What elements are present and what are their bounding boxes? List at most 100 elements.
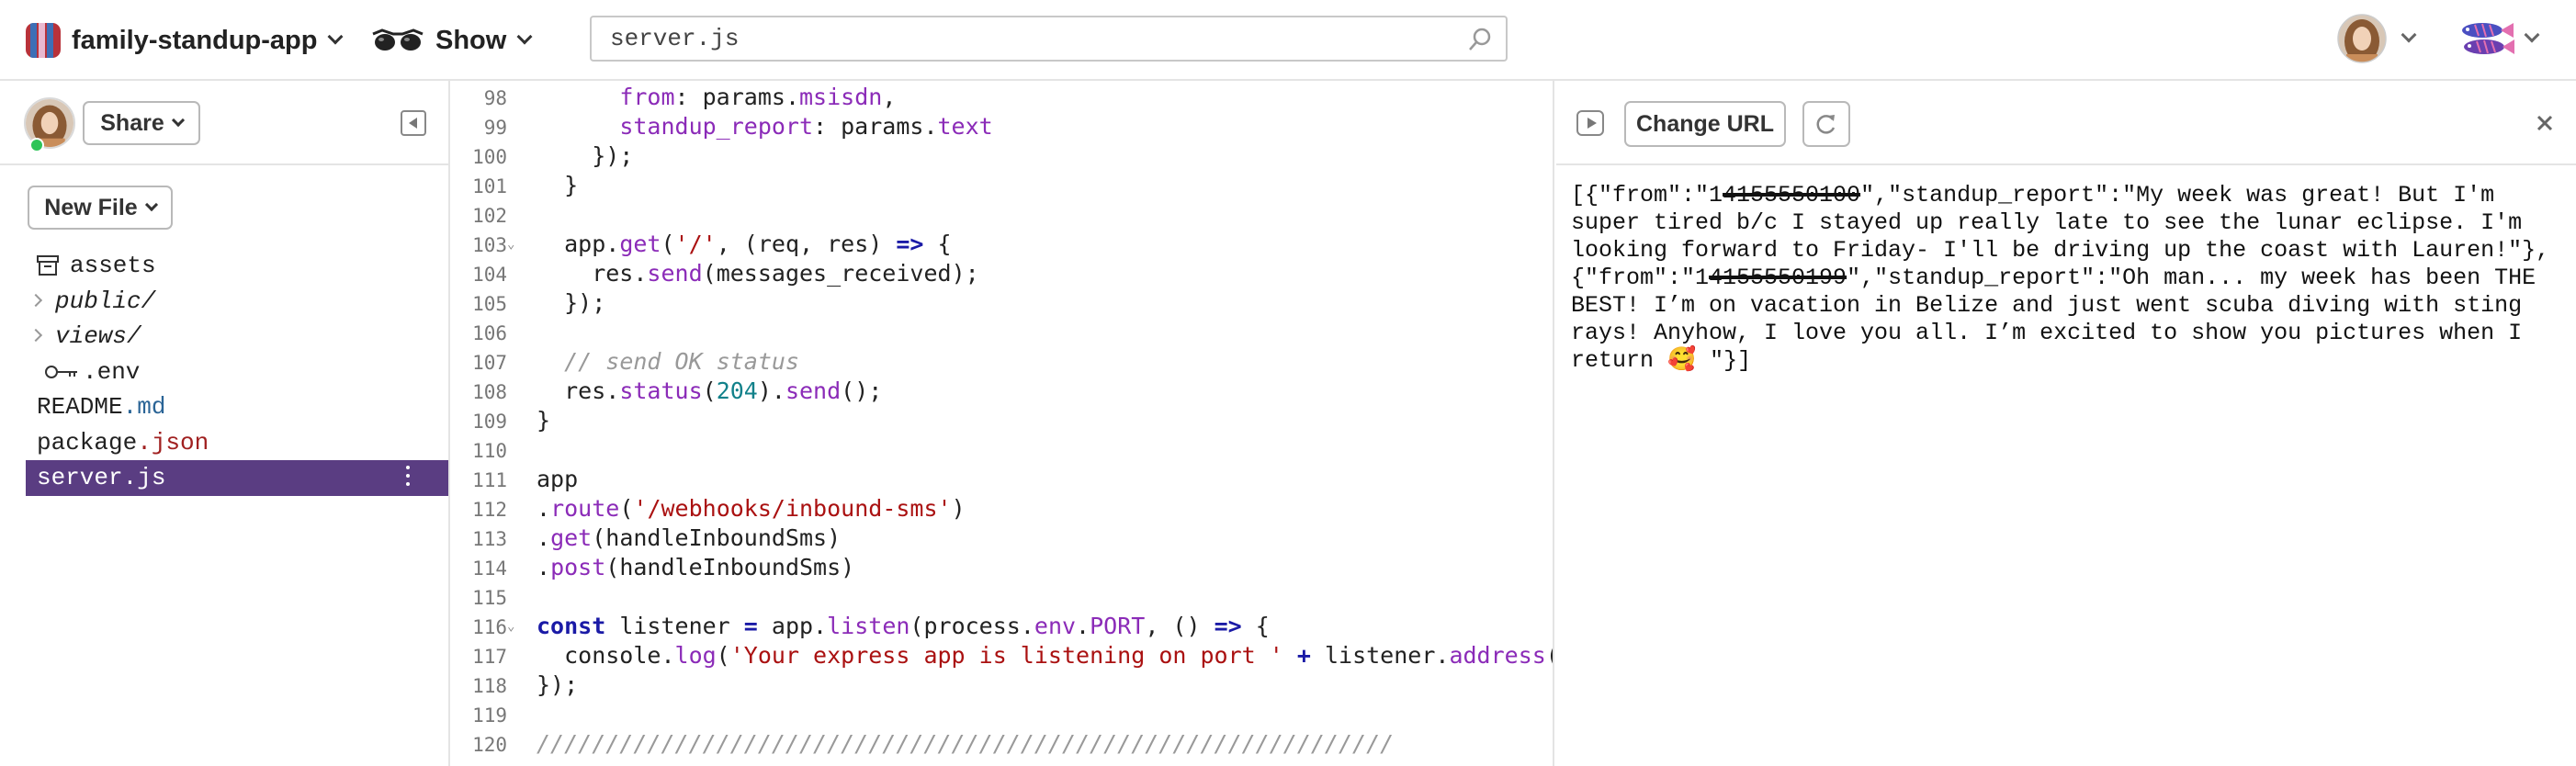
code-text: } (537, 172, 579, 198)
code-text: } (537, 407, 551, 434)
code-text: app (537, 466, 579, 492)
code-line: 100 }); (452, 141, 1553, 171)
file-item-assets[interactable]: assets (0, 248, 448, 284)
sidebar-top: Share (0, 81, 448, 165)
key-icon (45, 365, 77, 378)
refresh-button[interactable] (1802, 101, 1850, 147)
code-editor[interactable]: 98 from: params.msisdn, 99 standup_report… (452, 81, 1554, 766)
line-number: 110 (472, 440, 507, 462)
search-icon (1469, 28, 1491, 51)
code-text: }); (537, 671, 579, 698)
file-label: views/ (55, 322, 141, 351)
code-line: 116⌄ const listener = app.listen(process.… (452, 612, 1553, 641)
code-line: 98 from: params.msisdn, (452, 83, 1553, 112)
line-number: 115 (472, 587, 507, 609)
line-number: 120 (472, 734, 507, 756)
code-text: res.status(204).send(); (537, 377, 883, 404)
search-box[interactable] (590, 16, 1508, 62)
show-button[interactable]: Show (371, 20, 533, 61)
chevron-down-icon (516, 28, 533, 45)
preview-pane: Change URL [{"from":"14155550100","stand… (1556, 81, 2576, 766)
line-number: 111 (472, 469, 507, 491)
code-line: 110 (452, 435, 1553, 465)
chevron-down-icon (144, 197, 158, 212)
chevron-down-icon (171, 113, 185, 128)
chevron-right-icon (28, 328, 43, 343)
project-logo-icon (26, 23, 61, 58)
glasses-icon (372, 28, 424, 51)
line-number: 113 (472, 528, 507, 550)
new-file-label: New File (44, 194, 138, 220)
line-number: 114 (472, 558, 507, 580)
app-menu[interactable] (2457, 11, 2540, 66)
fold-chevron-icon[interactable]: ⌄ (507, 230, 522, 259)
folder-views[interactable]: views/ (0, 319, 448, 355)
file-label: .env (83, 357, 141, 386)
file-item-server-js[interactable]: server.js (26, 460, 448, 496)
line-number: 98 (483, 87, 507, 109)
code-line: 120 /////////////////////////////////////… (452, 729, 1553, 759)
line-number: 104 (472, 264, 507, 286)
code-text: }); (537, 142, 634, 169)
fish-logo-icon (2462, 23, 2514, 54)
new-file-button[interactable]: New File (28, 186, 173, 230)
search-input[interactable] (592, 17, 1437, 60)
line-number: 103 (472, 234, 507, 256)
code-text: from: params.msisdn, (619, 84, 897, 110)
share-button[interactable]: Share (83, 101, 200, 145)
project-menu[interactable]: family-standup-app (26, 20, 344, 61)
code-line: 112 .route('/webhooks/inbound-sms') (452, 494, 1553, 524)
user-avatar (2337, 14, 2387, 63)
code-line: 119 (452, 700, 1553, 729)
assets-box-icon (37, 255, 59, 276)
project-name: family-standup-app (72, 25, 318, 55)
folder-public[interactable]: public/ (0, 284, 448, 320)
chevron-down-icon (327, 28, 344, 45)
file-item-package[interactable]: package .json (0, 425, 448, 461)
chevron-down-icon (2524, 27, 2540, 43)
chevron-down-icon (2401, 27, 2417, 43)
line-number: 101 (472, 175, 507, 197)
refresh-icon (1816, 115, 1836, 134)
file-item-env[interactable]: .env (0, 355, 448, 390)
collapse-sidebar-icon[interactable] (401, 110, 426, 136)
share-label: Share (100, 109, 164, 136)
redacted-phone: 4155550100 (1723, 182, 1861, 208)
top-header: family-standup-app Show (0, 0, 2576, 81)
code-line: 106 (452, 318, 1553, 347)
code-line: 102 (452, 200, 1553, 230)
line-number: 99 (483, 117, 507, 139)
file-label: public/ (55, 287, 156, 315)
code-line: 101 } (452, 171, 1553, 200)
code-text: }); (537, 289, 606, 316)
preview-output: [{"from":"14155550100","standup_report":… (1571, 182, 2563, 375)
code-line: 105 }); (452, 288, 1553, 318)
kebab-menu-icon[interactable] (406, 466, 412, 486)
code-line: 107 // send OK status (452, 347, 1553, 377)
code-line: 117 console.log('Your express app is lis… (452, 641, 1553, 670)
code-line: 114 .post(handleInboundSms) (452, 553, 1553, 582)
line-number: 116 (472, 616, 507, 638)
code-line: 99 standup_report: params.text (452, 112, 1553, 141)
file-item-readme[interactable]: README .md (0, 389, 448, 425)
change-url-label: Change URL (1636, 110, 1774, 137)
user-menu[interactable] (2337, 13, 2417, 64)
file-extension: .md (122, 393, 166, 422)
code-text: const listener = app.listen(process.env.… (537, 613, 1270, 639)
close-icon[interactable] (2530, 108, 2559, 138)
code-line: 118}); (452, 670, 1553, 700)
line-number: 119 (472, 704, 507, 727)
code-line: 113 .get(handleInboundSms) (452, 524, 1553, 553)
fold-chevron-icon[interactable]: ⌄ (507, 612, 522, 641)
line-number: 109 (472, 411, 507, 433)
line-number: 106 (472, 322, 507, 344)
code-line: 103⌄ app.get('/', (req, res) => { (452, 230, 1553, 259)
line-number: 118 (472, 675, 507, 697)
change-url-button[interactable]: Change URL (1624, 101, 1786, 147)
code-text: res.send(messages_received); (537, 260, 979, 287)
line-number: 108 (472, 381, 507, 403)
file-base-name: README (37, 393, 123, 422)
line-number: 102 (472, 205, 507, 227)
play-icon[interactable] (1576, 110, 1604, 136)
sidebar: Share New File assets public/ views/ .en… (0, 81, 450, 766)
